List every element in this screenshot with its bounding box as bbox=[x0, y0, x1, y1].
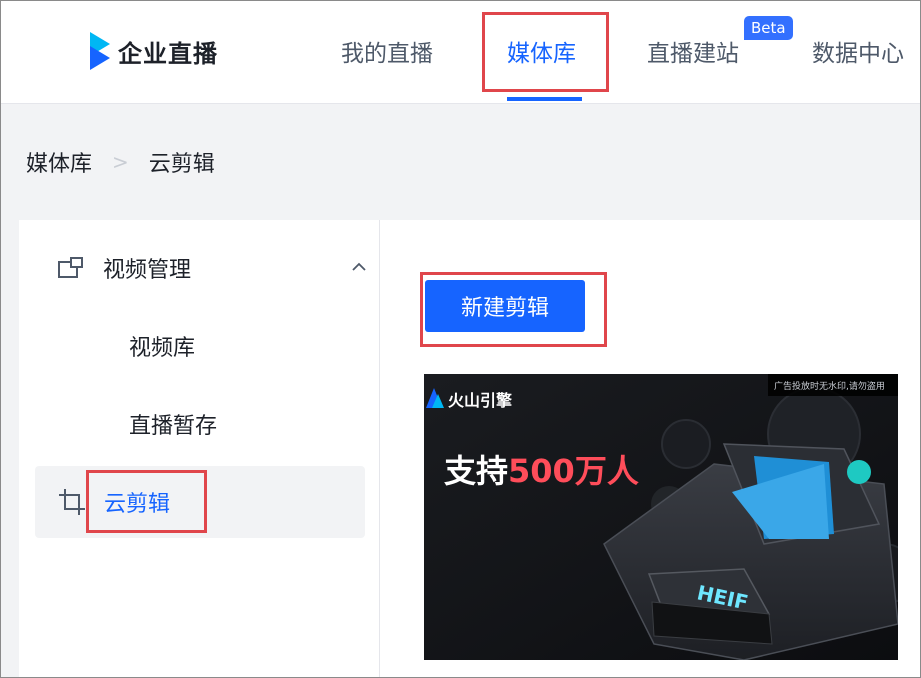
sidebar: 视频管理 视频库 直播暂存 云剪辑 bbox=[19, 220, 380, 678]
sidebar-group-label: 视频管理 bbox=[103, 258, 192, 283]
sidebar-group-video-management[interactable]: 视频管理 bbox=[57, 251, 367, 285]
headline-prefix: 支持 bbox=[444, 452, 508, 490]
breadcrumb: 媒体库 > 云剪辑 bbox=[26, 146, 215, 178]
highlight-cloud-clip bbox=[86, 470, 207, 533]
promo-banner[interactable]: HEIF 广告投放时无水印,请勿盗用 火山引擎 支持500万人 bbox=[424, 374, 898, 660]
chevron-right-icon: > bbox=[112, 150, 129, 174]
sidebar-item-video-library[interactable]: 视频库 bbox=[129, 330, 195, 362]
headline-highlight: 500万人 bbox=[508, 452, 639, 490]
banner-brand: 火山引擎 bbox=[448, 391, 513, 410]
app-logo[interactable]: 企业直播 bbox=[88, 31, 218, 71]
active-tab-indicator bbox=[507, 97, 582, 101]
crop-icon bbox=[59, 489, 85, 515]
chevron-up-icon[interactable] bbox=[351, 259, 367, 275]
logo-icon bbox=[90, 32, 110, 70]
video-management-icon bbox=[58, 257, 83, 278]
sidebar-item-live-archive[interactable]: 直播暂存 bbox=[129, 408, 217, 440]
nav-site-builder[interactable]: 直播建站 bbox=[647, 34, 739, 68]
breadcrumb-cloud-clip: 云剪辑 bbox=[148, 152, 215, 177]
logo-text: 企业直播 bbox=[118, 39, 218, 68]
banner-artwork: HEIF 广告投放时无水印,请勿盗用 火山引擎 支持500万人 bbox=[424, 374, 898, 660]
nav-my-live[interactable]: 我的直播 bbox=[341, 34, 433, 68]
highlight-new-clip bbox=[420, 272, 607, 347]
top-nav-bar: 企业直播 我的直播 媒体库 直播建站 Beta 数据中心 bbox=[0, 0, 921, 104]
breadcrumb-media-library[interactable]: 媒体库 bbox=[26, 146, 92, 178]
highlight-media-library bbox=[482, 12, 609, 92]
banner-notice: 广告投放时无水印,请勿盗用 bbox=[774, 380, 885, 392]
nav-data-center[interactable]: 数据中心 bbox=[812, 34, 904, 68]
beta-badge: Beta bbox=[744, 16, 793, 40]
banner-headline: 支持500万人 bbox=[444, 452, 639, 490]
